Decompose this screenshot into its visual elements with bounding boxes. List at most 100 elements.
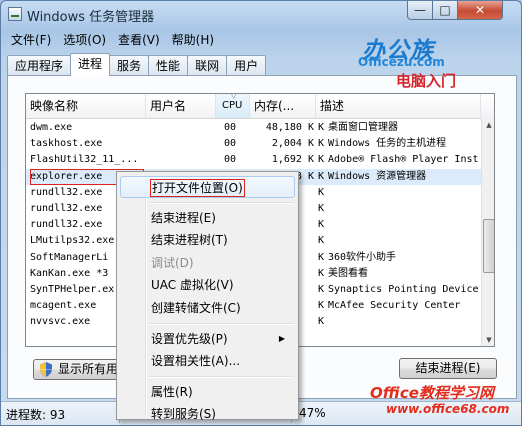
context-menu-item[interactable]: UAC 虚拟化(V): [120, 274, 295, 296]
cell-memory-unit: K: [318, 251, 325, 263]
cell-user-name: [148, 152, 214, 168]
list-header: 映像名称 用户名 ▽ CPU 内存(... 描述: [26, 94, 494, 119]
cell-cpu: 00: [224, 122, 237, 133]
column-image-name[interactable]: 映像名称: [26, 94, 146, 118]
cell-memory-unit: K: [318, 203, 325, 214]
cell-description: 美图看看: [328, 267, 368, 279]
menu-view[interactable]: 查看(V): [112, 30, 166, 48]
cell-cpu: 00: [224, 138, 237, 150]
cell-description: Windows 资源管理器: [328, 170, 427, 182]
close-button[interactable]: ✕: [458, 1, 503, 20]
cell-image-name: dwm.exe: [30, 122, 73, 133]
cell-image-name: taskhost.exe: [30, 138, 103, 150]
cell-memory-unit: K: [318, 122, 325, 133]
context-menu-item-label: 打开文件位置(O): [150, 179, 245, 197]
memory-usage: 47%: [299, 406, 326, 420]
tab-networking[interactable]: 联网: [187, 55, 228, 76]
cell-memory-unit: K: [318, 267, 325, 279]
cell-description: McAfee Security Center: [328, 300, 461, 312]
table-row[interactable]: dwm.exe 00 48,180 K K 桌面窗口管理器: [26, 120, 481, 136]
tab-processes[interactable]: 进程: [70, 53, 111, 76]
cell-user-name: [148, 120, 214, 136]
scroll-thumb[interactable]: [483, 219, 494, 273]
menu-file[interactable]: 文件(F): [5, 30, 57, 48]
cell-memory-unit: K: [318, 170, 325, 182]
show-all-label: 显示所有用: [58, 362, 119, 376]
cell-memory-unit: K: [318, 154, 325, 166]
column-memory[interactable]: 内存(...: [250, 94, 316, 118]
context-menu-item[interactable]: 属性(R): [120, 381, 295, 403]
cell-description: [328, 185, 480, 201]
cell-description: Windows 任务的主机进程: [328, 138, 447, 150]
minimize-button[interactable]: —: [407, 1, 433, 20]
cell-cpu: 00: [224, 154, 237, 166]
column-description[interactable]: 描述: [316, 94, 481, 118]
office68-watermark: Office教程学习网 www.office68.com: [368, 382, 522, 426]
scroll-up-icon[interactable]: ▲: [482, 118, 494, 132]
watermark-subtitle: 电脑入门: [396, 72, 457, 90]
context-menu-item-label: 转到服务(S): [151, 407, 216, 422]
context-menu-item[interactable]: 转到服务(S): [120, 403, 295, 425]
context-menu-item-label: 设置相关性(A)...: [151, 354, 241, 369]
cell-memory-unit: K: [318, 219, 325, 231]
watermark-site: Officezu.com: [358, 55, 445, 69]
scroll-down-icon[interactable]: ▼: [482, 333, 494, 346]
column-user-name[interactable]: 用户名: [146, 94, 216, 118]
table-row[interactable]: taskhost.exe 00 2,004 K K Windows 任务的主机进程: [26, 136, 481, 152]
sort-arrow-icon: ▽: [231, 94, 237, 100]
tab-performance[interactable]: 性能: [148, 55, 189, 76]
tab-strip: 应用程序 进程 服务 性能 联网 用户: [7, 53, 267, 76]
cell-description: Adobe® Flash® Player Inst: [328, 154, 479, 166]
cell-user-name: [148, 136, 214, 152]
title-bar[interactable]: Windows 任务管理器 — □ ✕: [1, 1, 521, 29]
context-menu-item[interactable]: 设置优先级(P) ▶: [120, 328, 295, 350]
context-menu-item[interactable]: 打开文件位置(O): [120, 176, 295, 198]
process-count: 进程数: 93: [6, 408, 66, 422]
tab-applications[interactable]: 应用程序: [7, 55, 72, 76]
officezu-watermark: 办公族 Officezu.com 电脑入门: [348, 31, 516, 90]
cell-memory-unit: K: [318, 186, 325, 198]
cell-description: [328, 331, 480, 346]
cell-description: 桌面窗口管理器: [328, 122, 398, 133]
cell-memory-unit: K: [318, 235, 325, 247]
cell-memory: 2,004 K: [271, 138, 314, 150]
context-menu-item-label: UAC 虚拟化(V): [151, 278, 234, 293]
menu-bar: 文件(F) 选项(O) 查看(V) 帮助(H): [5, 30, 220, 48]
table-row[interactable]: FlashUtil32_11_... 00 1,692 K K Adobe® Flash…: [26, 152, 481, 168]
maximize-button[interactable]: □: [433, 1, 458, 20]
watermark-line2: www.office68.com: [386, 402, 510, 416]
window-title: Windows 任务管理器: [27, 10, 155, 25]
cell-image-name: FlashUtil32_11_...: [30, 154, 139, 166]
column-cpu[interactable]: ▽ CPU: [216, 94, 250, 118]
cell-memory-unit: K: [318, 138, 325, 150]
column-cpu-label: CPU: [222, 100, 243, 111]
cell-description: Synaptics Pointing Device: [328, 284, 479, 295]
cell-description: 360软件小助手: [328, 251, 397, 263]
menu-help[interactable]: 帮助(H): [166, 30, 220, 48]
context-menu: 打开文件位置(O) 结束进程(E) 结束进程树(T) 调试(D) UAC 虚拟化(V) 创…: [116, 171, 299, 421]
context-menu-item[interactable]: 结束进程(E): [120, 207, 295, 229]
menu-separator: [149, 375, 294, 378]
cell-description: [328, 201, 480, 217]
cell-memory: 48,180 K: [265, 122, 314, 133]
context-menu-item[interactable]: 创建转储文件(C): [120, 297, 295, 319]
context-menu-item-label: 属性(R): [151, 384, 193, 399]
menu-separator: [149, 322, 294, 325]
tab-services[interactable]: 服务: [109, 55, 150, 76]
cell-memory: 1,692 K: [271, 154, 314, 166]
task-manager-icon: [8, 7, 22, 21]
cell-description: [328, 233, 480, 249]
end-process-button[interactable]: 结束进程(E): [399, 358, 497, 379]
tab-users[interactable]: 用户: [226, 55, 267, 76]
context-menu-item-label: 调试(D): [151, 255, 194, 270]
cell-description: [328, 217, 480, 233]
cell-description: [328, 314, 480, 330]
menu-options[interactable]: 选项(O): [57, 30, 112, 48]
cell-memory-unit: K: [318, 284, 325, 295]
context-menu-item-label: 结束进程树(T): [151, 233, 228, 248]
context-menu-item[interactable]: 设置相关性(A)...: [120, 350, 295, 372]
context-menu-item[interactable]: 结束进程树(T): [120, 229, 295, 251]
vertical-scrollbar[interactable]: ▲ ▼: [481, 118, 494, 346]
context-menu-item: 调试(D): [120, 252, 295, 274]
context-menu-item-label: 创建转储文件(C): [151, 301, 241, 315]
